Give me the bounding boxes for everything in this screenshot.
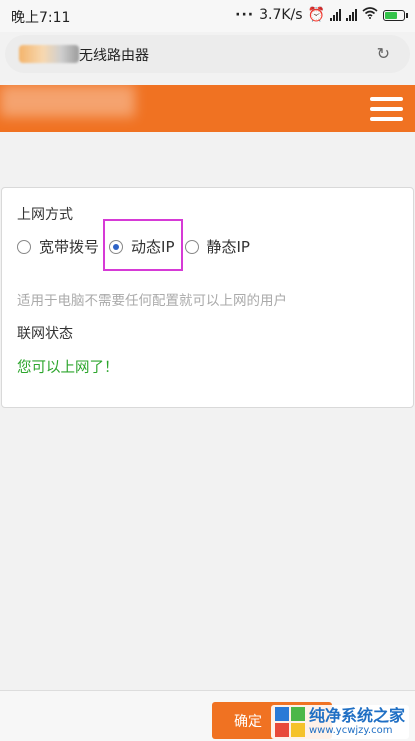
radio-checked-icon[interactable] [109,239,124,254]
connection-type-options: 宽带拨号 动态IP 静态IP [17,236,260,257]
connection-card: 上网方式 宽带拨号 动态IP 静态IP 适用于电脑不需要任何配置就可以上网的用户… [1,187,414,408]
site-logo [19,45,79,63]
blurred-brand [0,85,135,117]
radio-static-ip[interactable]: 静态IP [184,236,250,257]
top-header [0,85,415,132]
network-status-label: 联网状态 [17,326,73,342]
radio-label: 静态IP [206,238,250,256]
battery-icon [383,9,408,21]
radio-circle-icon[interactable] [17,239,31,254]
alarm-icon: ⏰ [307,7,325,23]
watermark-title: 纯净系统之家 [308,706,405,725]
address-bar[interactable]: 无线路由器 ↻ [5,35,410,73]
connection-hint: 适用于电脑不需要任何配置就可以上网的用户 [17,293,287,309]
radio-dynamic-ip[interactable]: 动态IP [109,236,175,257]
dots-icon: ··· [235,7,255,23]
radio-circle-icon[interactable] [184,239,199,254]
connection-type-label: 上网方式 [17,207,73,223]
wifi-icon [362,7,378,23]
refresh-icon[interactable]: ↻ [377,44,390,63]
footer-bar: 确定 纯净系统之家 www.ycwjzy.com [0,690,415,741]
page-title: 无线路由器 [79,48,149,64]
signal-icon [346,9,357,21]
watermark: 纯净系统之家 www.ycwjzy.com [270,705,409,739]
radio-label: 动态IP [131,238,175,256]
status-bar: 晚上7:11 ··· 3.7K/s ⏰ [0,0,415,32]
hamburger-menu-icon[interactable] [370,97,403,121]
network-speed: 3.7K/s [259,7,303,23]
status-time: 晚上7:11 [11,10,71,26]
signal-icon [330,9,341,21]
radio-pppoe[interactable]: 宽带拨号 [17,236,99,257]
status-icons: ··· 3.7K/s ⏰ [235,7,408,23]
network-status-value: 您可以上网了！ [17,360,119,376]
radio-label: 宽带拨号 [39,238,100,256]
windows-logo-icon [274,707,305,737]
watermark-url: www.ycwjzy.com [308,725,393,736]
